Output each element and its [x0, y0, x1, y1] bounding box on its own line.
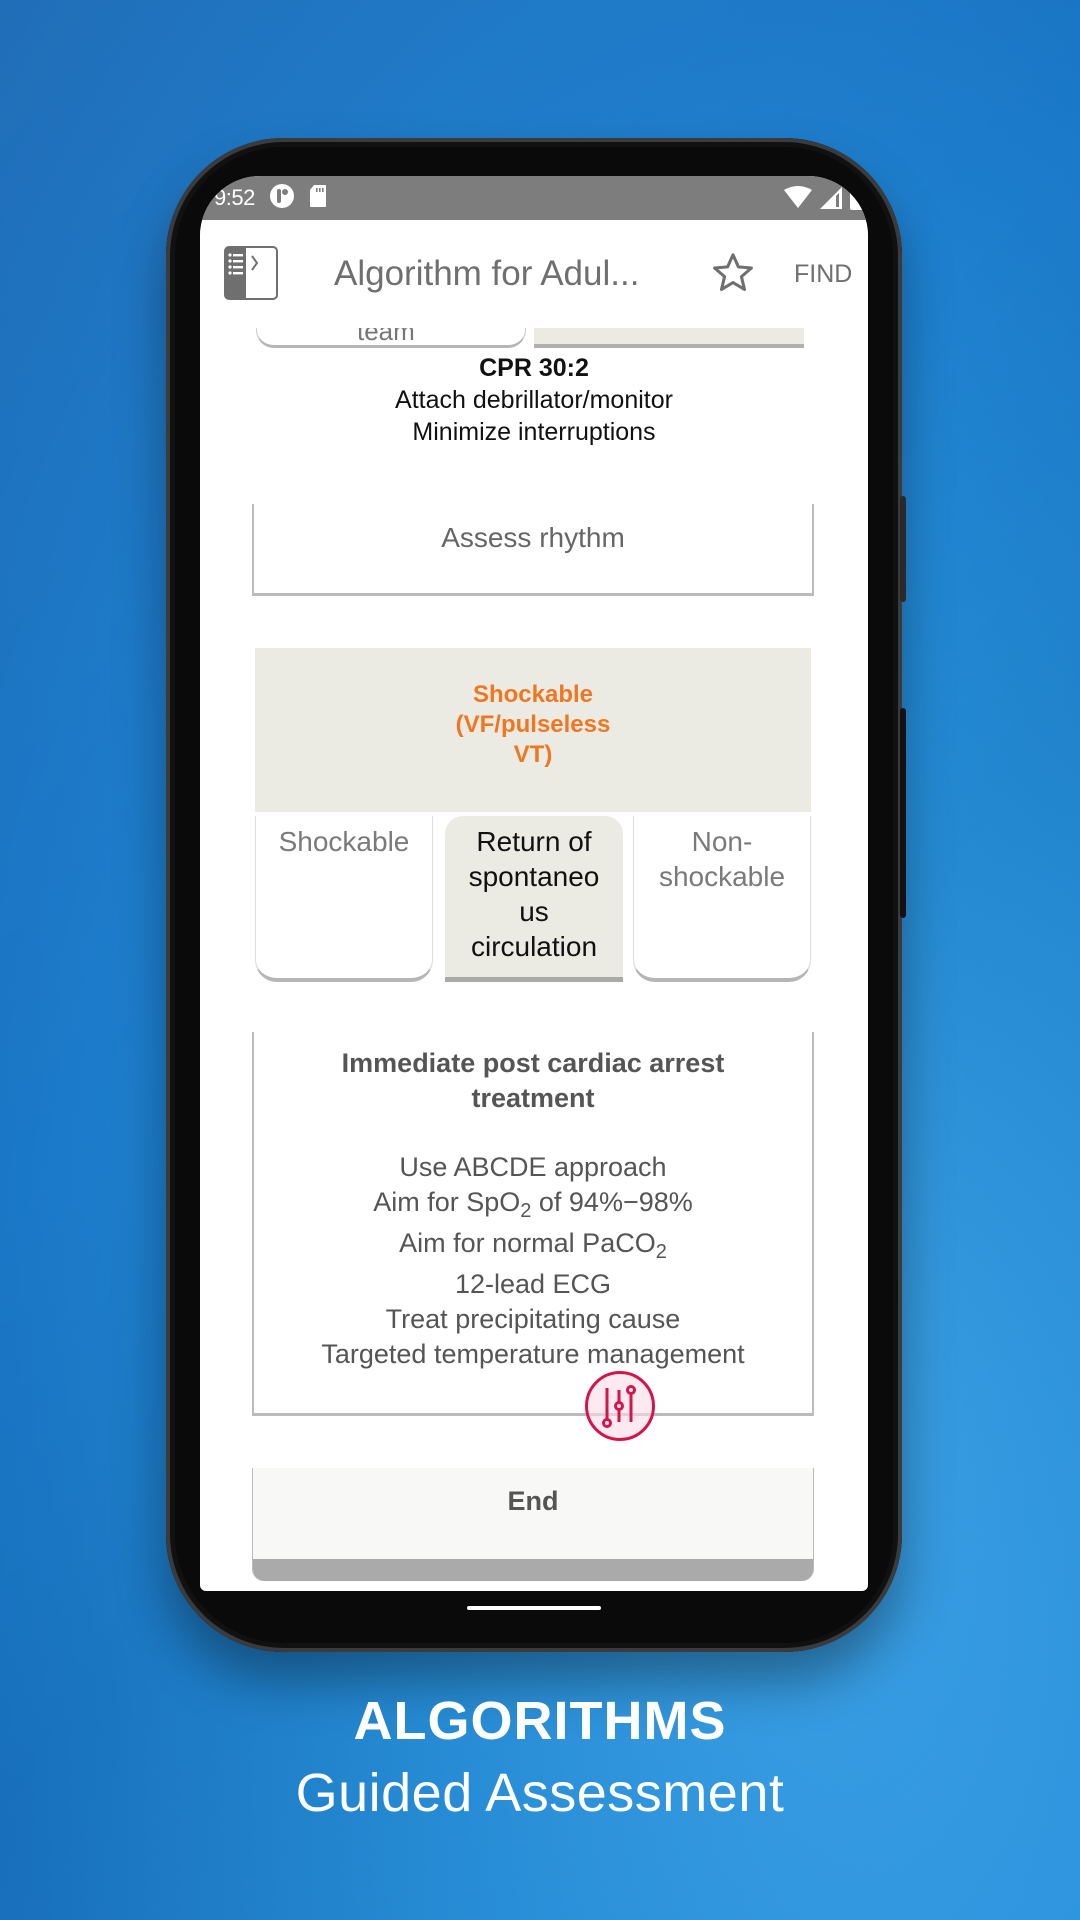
find-button[interactable]: FIND — [794, 260, 852, 289]
caption-title: ALGORITHMS — [353, 1691, 727, 1751]
end-label: End — [507, 1486, 559, 1516]
sliders-icon — [602, 1385, 636, 1428]
option-non-shockable[interactable]: Non- shockable — [633, 816, 811, 982]
favorite-button[interactable] — [710, 250, 756, 296]
phone-screen: 9:52 Algorithm for Adul... FIND team CPR… — [200, 176, 868, 1591]
option-rosc[interactable]: Return of spontaneo us circulation — [445, 816, 623, 982]
status-time: 9:52 — [214, 185, 255, 210]
page-title: Algorithm for Adul... — [334, 254, 640, 293]
treatment-heading: Immediate post cardiac arrest treatment — [341, 1048, 725, 1113]
selected-branch-header: Shockable (VF/pulseless VT) — [255, 648, 811, 812]
previous-option-label: team — [357, 328, 415, 346]
treatment-line: Use ABCDE approach — [399, 1152, 667, 1182]
filter-fab-button[interactable] — [585, 1371, 655, 1441]
cpr-line: Attach debrillator/monitor — [395, 386, 673, 414]
previous-selected-tile[interactable] — [534, 328, 804, 348]
treatment-line: Aim for SpO2 of 94%−98% — [373, 1187, 693, 1222]
branch-header-line: (VF/pulseless — [455, 711, 611, 738]
star-outline-icon — [713, 253, 753, 292]
sidebar-toggle-icon — [224, 246, 278, 300]
treatment-line: Aim for normal PaCO2 — [399, 1228, 667, 1263]
status-bar: 9:52 — [200, 176, 868, 220]
treatment-line: Treat precipitating cause — [385, 1304, 681, 1334]
cpr-block: CPR 30:2 Attach debrillator/monitor Mini… — [200, 352, 868, 448]
treatment-line: 12-lead ECG — [454, 1269, 612, 1299]
branch-header-line: Shockable — [472, 681, 594, 708]
option-label: Return of spontaneo us circulation — [468, 826, 600, 962]
cpr-heading: CPR 30:2 — [479, 354, 589, 382]
option-label: Non- shockable — [658, 826, 786, 892]
volume-button — [900, 708, 906, 918]
battery-icon — [850, 186, 864, 215]
option-shockable[interactable]: Shockable — [255, 816, 433, 982]
app-notification-icon — [269, 183, 295, 214]
power-button — [900, 496, 906, 602]
gesture-nav-handle[interactable] — [467, 1606, 601, 1610]
end-box: End — [252, 1468, 814, 1581]
branch-header-line: VT) — [513, 741, 553, 768]
previous-option-tile[interactable]: team — [256, 328, 526, 348]
wifi-icon — [784, 186, 812, 215]
treatment-box: Immediate post cardiac arrest treatment … — [252, 1032, 814, 1416]
assess-rhythm-label: Assess rhythm — [441, 522, 625, 553]
treatment-line: Targeted temperature management — [321, 1339, 745, 1369]
algorithm-content[interactable]: team CPR 30:2 Attach debrillator/monitor… — [200, 328, 868, 1591]
cpr-line: Minimize interruptions — [412, 418, 656, 446]
sd-card-icon — [309, 184, 327, 213]
app-bar: Algorithm for Adul... FIND — [200, 220, 868, 328]
assess-rhythm-box: Assess rhythm — [252, 504, 814, 596]
cell-signal-icon — [820, 186, 842, 215]
sidebar-toggle-button[interactable] — [224, 246, 278, 300]
option-label: Shockable — [278, 826, 410, 857]
end-box-footer — [253, 1559, 813, 1581]
caption-subtitle: Guided Assessment — [295, 1763, 785, 1823]
